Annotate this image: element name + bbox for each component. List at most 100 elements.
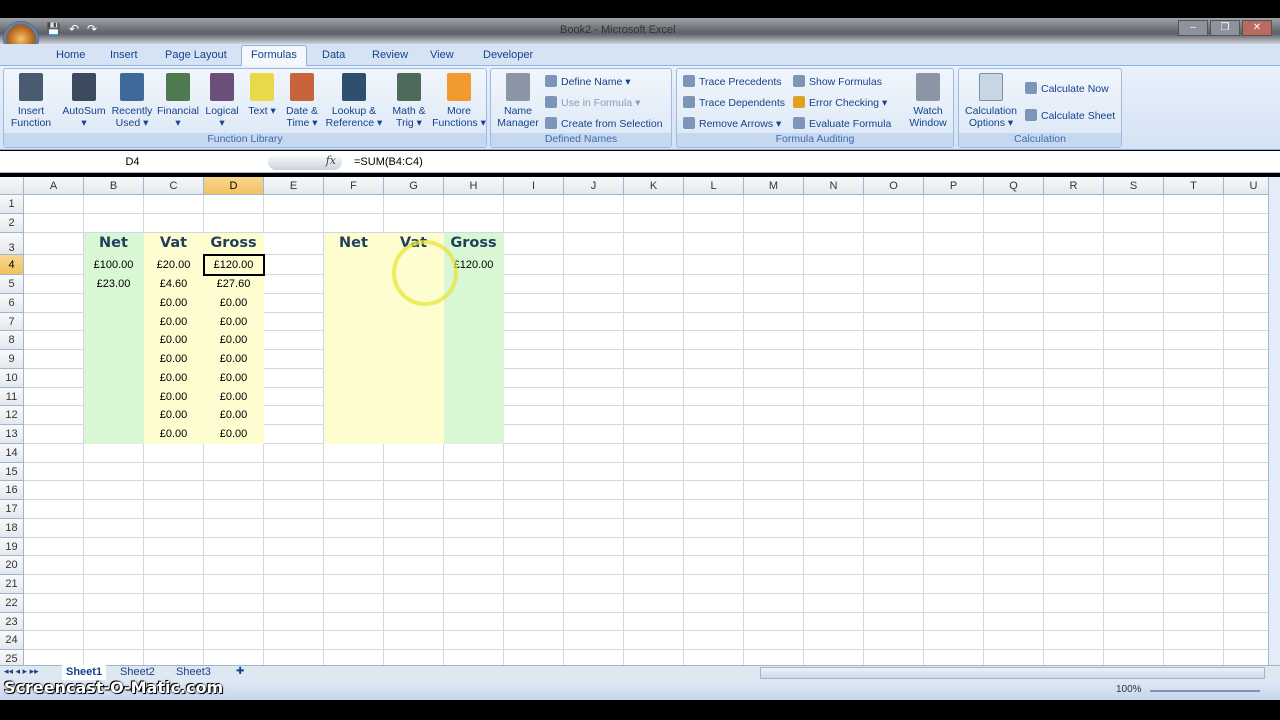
cell-Q4[interactable] — [984, 255, 1044, 275]
cell-A15[interactable] — [24, 462, 84, 482]
cell-N1[interactable] — [804, 195, 864, 214]
financial-button[interactable]: Financial ▾ — [156, 73, 200, 129]
cell-K2[interactable] — [624, 214, 684, 233]
cell-B1[interactable] — [84, 195, 144, 214]
cell-M6[interactable] — [744, 293, 804, 313]
cell-D21[interactable] — [204, 575, 264, 594]
cell-A13[interactable] — [24, 425, 84, 444]
cell-E19[interactable] — [264, 537, 324, 557]
cell-F21[interactable] — [324, 575, 384, 594]
cell-F1[interactable] — [324, 195, 384, 214]
cell-A16[interactable] — [24, 481, 84, 500]
cell-P5[interactable] — [924, 275, 984, 294]
cell-A6[interactable] — [24, 293, 84, 313]
cell-L14[interactable] — [684, 443, 744, 463]
cell-K24[interactable] — [624, 631, 684, 650]
cell-H12[interactable] — [444, 406, 504, 425]
cell-H15[interactable] — [444, 462, 504, 482]
cell-N3[interactable] — [804, 233, 864, 255]
cell-R15[interactable] — [1044, 462, 1104, 482]
cell-G14[interactable] — [384, 443, 444, 463]
row-header[interactable]: 16 — [0, 481, 24, 500]
cell-I4[interactable] — [504, 255, 564, 275]
cell-A4[interactable] — [24, 255, 84, 275]
cell-Q12[interactable] — [984, 406, 1044, 425]
cell-A7[interactable] — [24, 312, 84, 332]
column-header-C[interactable]: C — [144, 177, 204, 195]
cell-D22[interactable] — [204, 593, 264, 613]
cell-U11[interactable] — [1224, 388, 1268, 407]
cell-A12[interactable] — [24, 406, 84, 425]
cell-M12[interactable] — [744, 406, 804, 425]
cell-K19[interactable] — [624, 537, 684, 557]
cell-J11[interactable] — [564, 387, 624, 407]
cell-F18[interactable] — [324, 518, 384, 538]
cell-Q17[interactable] — [984, 500, 1044, 519]
cell-T24[interactable] — [1164, 631, 1224, 650]
row-header[interactable]: 20 — [0, 556, 24, 575]
cell-L13[interactable] — [684, 425, 744, 444]
cell-O3[interactable] — [864, 233, 924, 255]
cell-L19[interactable] — [684, 537, 744, 557]
cell-J21[interactable] — [564, 575, 624, 594]
cell-R23[interactable] — [1044, 612, 1104, 632]
cell-B10[interactable] — [84, 368, 144, 388]
cell-T10[interactable] — [1164, 368, 1224, 388]
cell-D20[interactable] — [204, 556, 264, 575]
cell-M16[interactable] — [744, 481, 804, 500]
cell-K1[interactable] — [624, 195, 684, 214]
cell-U12[interactable] — [1224, 406, 1268, 425]
cell-Q19[interactable] — [984, 537, 1044, 557]
cell-G12[interactable] — [384, 406, 444, 425]
cell-C14[interactable] — [144, 443, 204, 463]
cell-G17[interactable] — [384, 500, 444, 519]
cell-R3[interactable] — [1044, 233, 1104, 255]
cell-D18[interactable] — [204, 518, 264, 538]
column-header-K[interactable]: K — [624, 177, 684, 195]
cell-J5[interactable] — [564, 275, 624, 294]
column-header-H[interactable]: H — [444, 177, 504, 195]
cell-O2[interactable] — [864, 214, 924, 233]
cell-H19[interactable] — [444, 537, 504, 557]
cell-L18[interactable] — [684, 518, 744, 538]
cell-U3[interactable] — [1224, 233, 1268, 255]
cell-T4[interactable] — [1164, 255, 1224, 275]
cell-K10[interactable] — [624, 368, 684, 388]
cell-J4[interactable] — [564, 255, 624, 275]
date-time-button[interactable]: Date & Time ▾ — [282, 73, 322, 129]
cell-E24[interactable] — [264, 631, 324, 650]
cell-A10[interactable] — [24, 368, 84, 388]
cell-K5[interactable] — [624, 275, 684, 294]
cell-S22[interactable] — [1104, 593, 1164, 613]
cell-F22[interactable] — [324, 593, 384, 613]
tab-data[interactable]: Data — [322, 49, 345, 61]
cell-M19[interactable] — [744, 537, 804, 557]
cell-U19[interactable] — [1224, 538, 1268, 557]
tab-insert[interactable]: Insert — [110, 49, 138, 61]
cell-R6[interactable] — [1044, 293, 1104, 313]
cell-O15[interactable] — [864, 462, 924, 482]
cell-K21[interactable] — [624, 575, 684, 594]
row-header[interactable]: 14 — [0, 443, 24, 463]
cell-A23[interactable] — [24, 612, 84, 632]
cell-B18[interactable] — [84, 518, 144, 538]
cell-S21[interactable] — [1104, 575, 1164, 594]
cell-J16[interactable] — [564, 481, 624, 500]
cell-D16[interactable] — [204, 481, 264, 500]
cell-S5[interactable] — [1104, 275, 1164, 294]
cell-R13[interactable] — [1044, 425, 1104, 444]
cell-L24[interactable] — [684, 631, 744, 650]
cell-F11[interactable] — [324, 387, 384, 407]
cell-I7[interactable] — [504, 312, 564, 332]
cell-D12[interactable]: £0.00 — [204, 406, 264, 425]
cell-K18[interactable] — [624, 518, 684, 538]
cell-I11[interactable] — [504, 387, 564, 407]
cell-F4[interactable] — [324, 255, 384, 275]
cell-C20[interactable] — [144, 556, 204, 575]
cell-U14[interactable] — [1224, 444, 1268, 463]
cell-E6[interactable] — [264, 293, 324, 313]
cell-S8[interactable] — [1104, 331, 1164, 350]
cell-A19[interactable] — [24, 537, 84, 557]
cell-E13[interactable] — [264, 425, 324, 444]
cell-H16[interactable] — [444, 481, 504, 500]
